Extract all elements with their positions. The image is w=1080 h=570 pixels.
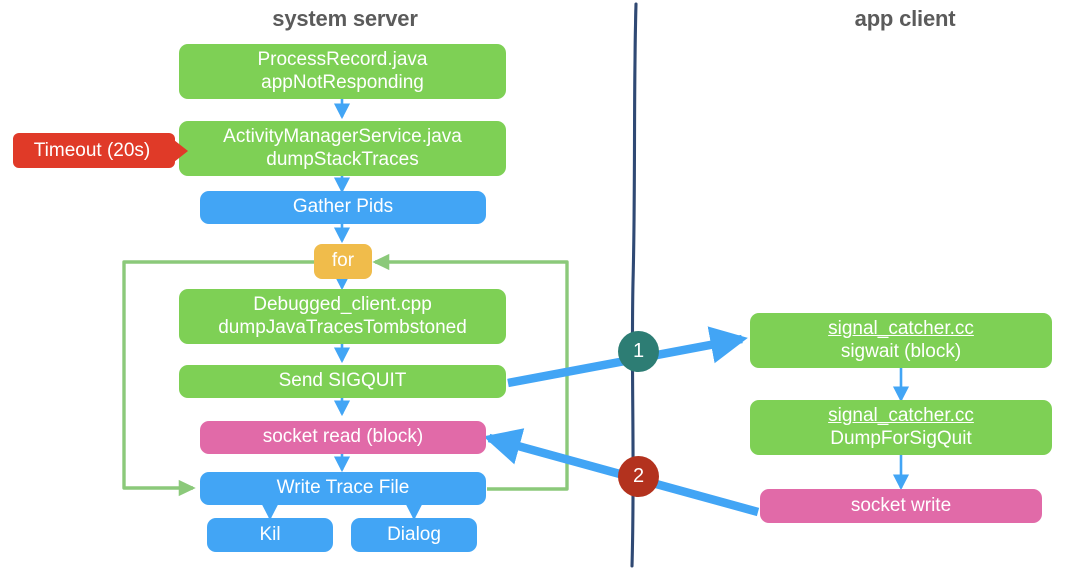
node-line-1: Gather Pids [292, 196, 394, 218]
node-line-1: socket read (block) [262, 426, 424, 448]
node-gather-pids[interactable]: Gather Pids [200, 191, 486, 224]
node-line-1: Kil [259, 523, 281, 545]
node-line-2: appNotResponding [261, 71, 424, 93]
node-socket-read[interactable]: socket read (block) [200, 421, 486, 454]
node-line-2: DumpForSigQuit [830, 427, 972, 449]
node-line-1: signal_catcher.cc [828, 318, 974, 340]
step-marker-2: 2 [618, 456, 659, 497]
node-signal-catcher-dumpforsigquit[interactable]: signal_catcher.cc DumpForSigQuit [750, 400, 1052, 455]
column-title-system-server: system server [272, 6, 418, 31]
node-line-1: for [331, 250, 355, 272]
node-kill[interactable]: Kil [207, 518, 333, 552]
node-debugged-client[interactable]: Debugged_client.cpp dumpJavaTracesTombst… [179, 289, 506, 344]
node-line-2: dumpStackTraces [266, 148, 419, 170]
node-line-2: dumpJavaTracesTombstoned [218, 316, 467, 338]
node-send-sigquit[interactable]: Send SIGQUIT [179, 365, 506, 398]
timeout-callout: Timeout (20s) [13, 133, 175, 168]
node-signal-catcher-sigwait[interactable]: signal_catcher.cc sigwait (block) [750, 313, 1052, 368]
node-line-1: ProcessRecord.java [257, 49, 428, 71]
node-line-1: Debugged_client.cpp [253, 294, 432, 316]
step-marker-1: 1 [618, 331, 659, 372]
node-line-2: sigwait (block) [840, 340, 962, 362]
node-socket-write[interactable]: socket write [760, 489, 1042, 523]
node-write-trace-file[interactable]: Write Trace File [200, 472, 486, 505]
node-line-1: Send SIGQUIT [278, 370, 407, 392]
node-line-1: ActivityManagerService.java [223, 126, 462, 148]
node-line-1: Write Trace File [276, 477, 410, 499]
node-for-loop[interactable]: for [314, 244, 372, 279]
node-process-record[interactable]: ProcessRecord.java appNotResponding [179, 44, 506, 99]
node-line-1: socket write [850, 494, 952, 516]
column-title-app-client: app client [854, 6, 956, 31]
node-activity-manager-service[interactable]: ActivityManagerService.java dumpStackTra… [179, 121, 506, 176]
step-marker-1-label: 1 [632, 340, 645, 362]
timeout-label: Timeout (20s) [33, 139, 151, 161]
node-line-1: Dialog [387, 523, 441, 545]
node-dialog[interactable]: Dialog [351, 518, 477, 552]
connector-layer [122, 2, 910, 568]
diagram-canvas: system server app client ProcessRecord.j… [0, 0, 1080, 570]
node-line-1: signal_catcher.cc [828, 405, 974, 427]
step-marker-2-label: 2 [632, 465, 645, 487]
